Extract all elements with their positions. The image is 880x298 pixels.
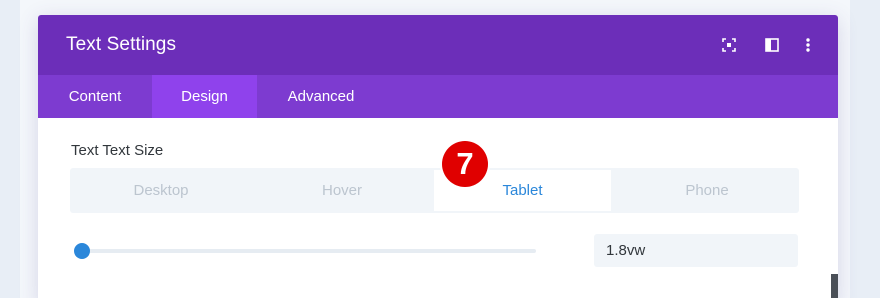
slider-handle[interactable] xyxy=(74,243,90,259)
settings-modal: Text Settings Content Design Advanced Te… xyxy=(38,15,838,298)
tab-content[interactable]: Content xyxy=(38,75,152,118)
expand-icon[interactable] xyxy=(719,35,739,55)
text-size-label: Text Text Size xyxy=(71,142,164,159)
tab-design[interactable]: Design xyxy=(152,75,257,118)
sidebar-layout-icon[interactable] xyxy=(762,35,782,55)
modal-body: Text Text Size Desktop Hover Tablet Phon… xyxy=(38,118,838,298)
device-tab-phone[interactable]: Phone xyxy=(615,168,799,213)
device-tab-desktop[interactable]: Desktop xyxy=(70,168,252,213)
device-tab-hover[interactable]: Hover xyxy=(252,168,432,213)
step-number-badge: 7 xyxy=(442,141,488,187)
modal-header: Text Settings xyxy=(38,15,838,75)
more-options-icon[interactable] xyxy=(798,35,818,55)
text-size-slider[interactable] xyxy=(74,243,536,259)
scrollbar-thumb[interactable] xyxy=(831,274,838,298)
device-switcher: Desktop Hover Tablet Phone xyxy=(70,168,799,213)
scrolled-text-fragment xyxy=(381,109,429,121)
scrolled-text-fragment xyxy=(323,109,367,121)
modal-title: Text Settings xyxy=(66,34,177,55)
modal-tabs: Content Design Advanced xyxy=(38,75,838,118)
text-size-input[interactable] xyxy=(594,234,798,267)
